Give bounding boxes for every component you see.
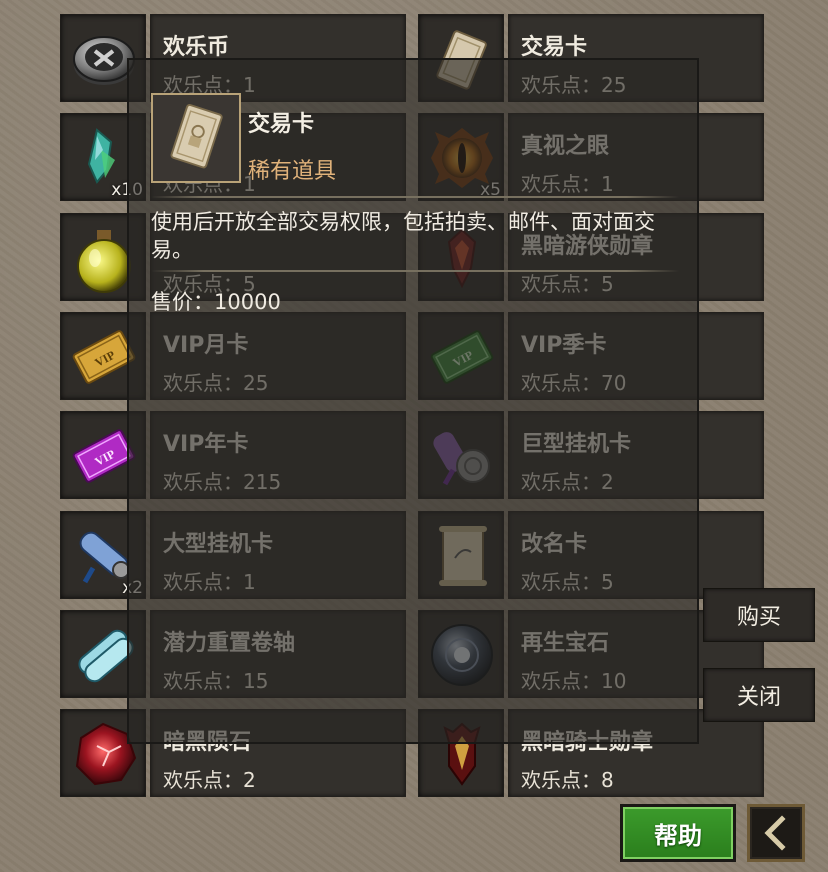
trade-card-icon (170, 104, 223, 169)
item-name: 欢乐币 (163, 35, 230, 60)
back-button[interactable] (747, 804, 805, 862)
tooltip-divider (151, 270, 679, 272)
tooltip-divider (151, 196, 679, 198)
tooltip-description: 使用后开放全部交易权限，包括拍卖、邮件、面对面交易。 (151, 210, 655, 262)
tooltip-sale-price: 售价：10000 (151, 290, 281, 314)
help-button[interactable]: 帮助 (620, 804, 736, 862)
buy-button[interactable]: 购买 (703, 588, 815, 642)
item-price: 欢乐点：2 (163, 768, 256, 792)
tooltip-title: 交易卡 (248, 112, 315, 137)
help-button-label: 帮助 (623, 807, 733, 859)
tooltip-rarity: 稀有道具 (248, 159, 337, 184)
tooltip-icon-frame (151, 93, 241, 183)
chevron-left-icon (764, 815, 786, 851)
item-price: 欢乐点：8 (521, 768, 614, 792)
close-button[interactable]: 关闭 (703, 668, 815, 722)
item-name: 交易卡 (521, 35, 588, 60)
